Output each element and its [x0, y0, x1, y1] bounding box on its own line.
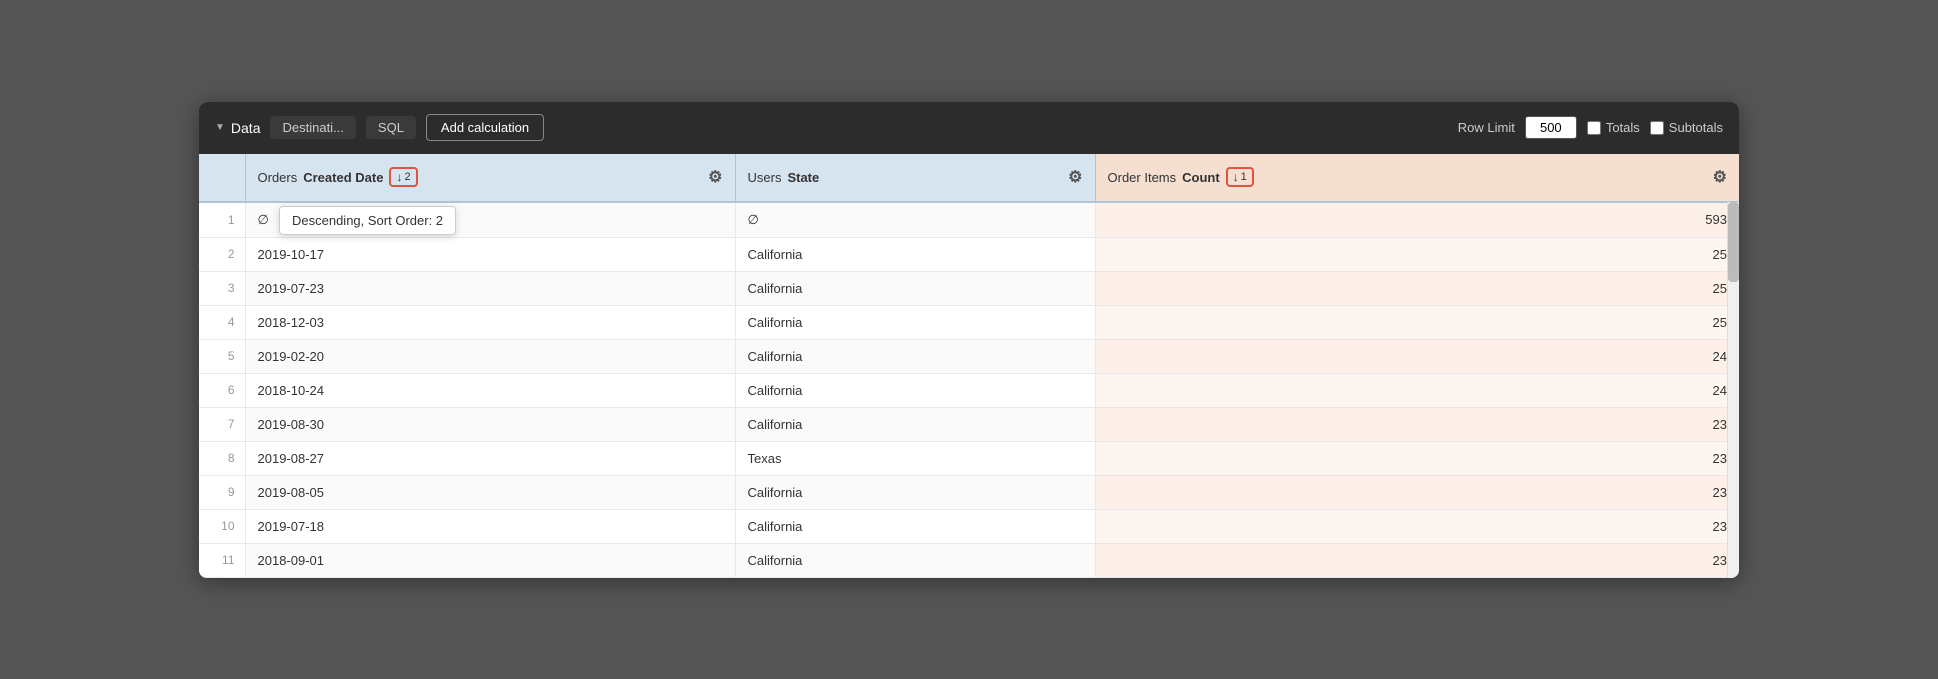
date-prefix: Orders: [258, 170, 298, 185]
data-label: Data: [231, 120, 261, 136]
totals-checkbox[interactable]: [1587, 121, 1601, 135]
row-num: 2: [199, 237, 245, 271]
subtotals-label: Subtotals: [1669, 120, 1723, 135]
sort-tooltip: Descending, Sort Order: 2: [279, 206, 456, 235]
count-gear-icon[interactable]: ⚙: [1713, 167, 1727, 187]
row-state: California: [735, 509, 1095, 543]
row-state: Texas: [735, 441, 1095, 475]
row-count: 23: [1095, 407, 1739, 441]
date-bold: Created Date: [303, 170, 383, 185]
row-state: California: [735, 373, 1095, 407]
row-num: 3: [199, 271, 245, 305]
date-sort-num: 2: [404, 171, 410, 183]
date-col-title: Orders Created Date ↓2: [258, 167, 418, 187]
row-date: 2019-10-17: [245, 237, 735, 271]
row-count: 23: [1095, 475, 1739, 509]
row-count: 24: [1095, 339, 1739, 373]
toolbar: ▼ Data Destinati... SQL Add calculation …: [199, 102, 1739, 154]
table-row: 4 2018-12-03 California 25: [199, 305, 1739, 339]
row-limit-input[interactable]: [1525, 116, 1577, 139]
table-row: 10 2019-07-18 California 23: [199, 509, 1739, 543]
row-num: 8: [199, 441, 245, 475]
row-date: 2018-10-24: [245, 373, 735, 407]
row-date: 2019-02-20: [245, 339, 735, 373]
row-state: California: [735, 271, 1095, 305]
row-count: 25: [1095, 305, 1739, 339]
count-header-inner: Order Items Count ↓1 ⚙: [1096, 154, 1740, 201]
row-num: 5: [199, 339, 245, 373]
row-count: 23: [1095, 441, 1739, 475]
state-gear-icon[interactable]: ⚙: [1068, 167, 1082, 187]
date-sort-badge: ↓2: [389, 167, 417, 187]
totals-checkbox-group[interactable]: Totals: [1587, 120, 1640, 135]
count-sort-num: 1: [1241, 171, 1247, 183]
row-num: 7: [199, 407, 245, 441]
subtotals-checkbox[interactable]: [1650, 121, 1664, 135]
scrollbar-thumb[interactable]: [1728, 202, 1739, 282]
row-num: 6: [199, 373, 245, 407]
row-date: 2019-08-27: [245, 441, 735, 475]
toolbar-right: Row Limit Totals Subtotals: [1458, 116, 1723, 139]
row-state: California: [735, 339, 1095, 373]
table-row: 5 2019-02-20 California 24: [199, 339, 1739, 373]
row-limit-label: Row Limit: [1458, 120, 1515, 135]
row-date: 2018-12-03: [245, 305, 735, 339]
table-row: 2 2019-10-17 California 25: [199, 237, 1739, 271]
row-state: ∅: [735, 202, 1095, 238]
toolbar-left: ▼ Data Destinati... SQL Add calculation: [215, 114, 1446, 141]
tab-destination[interactable]: Destinati...: [270, 116, 355, 139]
table-row: 7 2019-08-30 California 23: [199, 407, 1739, 441]
data-section: ▼ Data: [215, 120, 260, 136]
scrollbar[interactable]: [1727, 202, 1739, 578]
row-count: 25: [1095, 237, 1739, 271]
subtotals-checkbox-group[interactable]: Subtotals: [1650, 120, 1723, 135]
state-col-title: Users State: [748, 170, 820, 185]
row-state: California: [735, 305, 1095, 339]
row-date: 2018-09-01: [245, 543, 735, 577]
col-state-header[interactable]: Users State ⚙: [735, 154, 1095, 202]
table-row: 3 2019-07-23 California 25: [199, 271, 1739, 305]
row-count: 23: [1095, 543, 1739, 577]
triangle-icon: ▼: [215, 122, 225, 133]
totals-label: Totals: [1606, 120, 1640, 135]
table-row: 6 2018-10-24 California 24: [199, 373, 1739, 407]
row-count: 593: [1095, 202, 1739, 238]
row-num: 10: [199, 509, 245, 543]
row-state: California: [735, 407, 1095, 441]
state-bold: State: [787, 170, 819, 185]
state-header-inner: Users State ⚙: [736, 154, 1095, 201]
state-prefix: Users: [748, 170, 782, 185]
row-count: 23: [1095, 509, 1739, 543]
count-prefix: Order Items: [1108, 170, 1177, 185]
row-num: 4: [199, 305, 245, 339]
row-count: 24: [1095, 373, 1739, 407]
row-state: California: [735, 543, 1095, 577]
col-date-header[interactable]: Orders Created Date ↓2 ⚙: [245, 154, 735, 202]
col-count-header[interactable]: Order Items Count ↓1 ⚙: [1095, 154, 1739, 202]
table-row: 8 2019-08-27 Texas 23: [199, 441, 1739, 475]
row-num: 1: [199, 202, 245, 238]
row-date: 2019-08-30: [245, 407, 735, 441]
col-num-header: [199, 154, 245, 202]
row-state: California: [735, 237, 1095, 271]
row-num: 9: [199, 475, 245, 509]
tab-sql[interactable]: SQL: [366, 116, 416, 139]
row-date: 2019-07-18: [245, 509, 735, 543]
main-window: ▼ Data Destinati... SQL Add calculation …: [199, 102, 1739, 578]
row-state: California: [735, 475, 1095, 509]
count-bold: Count: [1182, 170, 1220, 185]
date-sort-arrow: ↓: [396, 170, 402, 184]
date-header-inner: Orders Created Date ↓2 ⚙: [246, 154, 735, 201]
date-gear-icon[interactable]: ⚙: [708, 167, 722, 187]
count-col-title: Order Items Count ↓1: [1108, 167, 1254, 187]
row-date: 2019-08-05: [245, 475, 735, 509]
row-count: 25: [1095, 271, 1739, 305]
add-calculation-button[interactable]: Add calculation: [426, 114, 544, 141]
table-row: 9 2019-08-05 California 23: [199, 475, 1739, 509]
table-row: 11 2018-09-01 California 23: [199, 543, 1739, 577]
row-date: 2019-07-23: [245, 271, 735, 305]
count-sort-arrow: ↓: [1233, 170, 1239, 184]
count-sort-badge: ↓1: [1226, 167, 1254, 187]
row-num: 11: [199, 543, 245, 577]
